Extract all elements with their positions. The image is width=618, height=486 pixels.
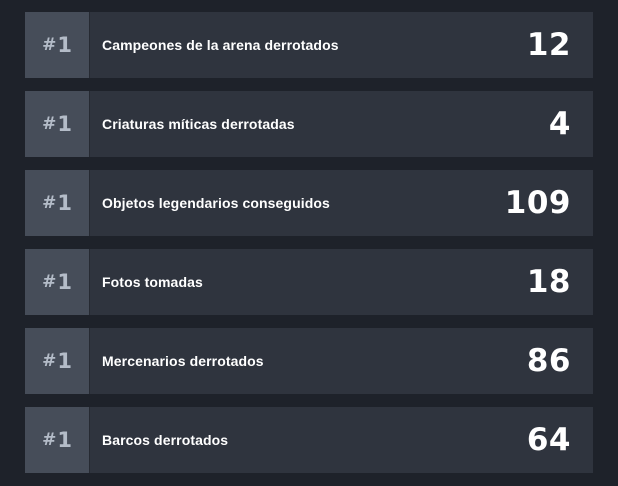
stat-label: Mercenarios derrotados [102,353,264,369]
stat-value: 109 [504,185,571,221]
rank-hash: # [42,193,57,213]
rank-number: 1 [57,33,72,57]
rank-badge: #1 [25,328,89,394]
rank-number: 1 [57,270,72,294]
stat-value: 64 [526,422,571,458]
stat-row-ships[interactable]: #1 Barcos derrotados 64 [25,407,593,473]
rank-hash: # [42,114,57,134]
stat-value: 86 [526,343,571,379]
stat-label: Campeones de la arena derrotados [102,37,339,53]
rank-hash: # [42,35,57,55]
stat-label: Barcos derrotados [102,432,229,448]
rank-badge: #1 [25,407,89,473]
rank-number: 1 [57,112,72,136]
rank-hash: # [42,272,57,292]
rank-number: 1 [57,191,72,215]
rank-hash: # [42,351,57,371]
stat-label: Criaturas míticas derrotadas [102,116,295,132]
rank-badge: #1 [25,170,89,236]
stat-row-mythic-creatures[interactable]: #1 Criaturas míticas derrotadas 4 [25,91,593,157]
stat-row-arena-champions[interactable]: #1 Campeones de la arena derrotados 12 [25,12,593,78]
stat-value: 4 [548,106,571,142]
stats-list: #1 Campeones de la arena derrotados 12 #… [25,12,593,486]
stat-row-mercenaries[interactable]: #1 Mercenarios derrotados 86 [25,328,593,394]
stat-label: Objetos legendarios conseguidos [102,195,330,211]
rank-number: 1 [57,349,72,373]
stat-row-photos-taken[interactable]: #1 Fotos tomadas 18 [25,249,593,315]
rank-badge: #1 [25,91,89,157]
stat-value: 12 [526,27,571,63]
rank-badge: #1 [25,249,89,315]
rank-number: 1 [57,428,72,452]
rank-hash: # [42,430,57,450]
stat-row-legendary-items[interactable]: #1 Objetos legendarios conseguidos 109 [25,170,593,236]
rank-badge: #1 [25,12,89,78]
stat-value: 18 [526,264,571,300]
stat-label: Fotos tomadas [102,274,203,290]
